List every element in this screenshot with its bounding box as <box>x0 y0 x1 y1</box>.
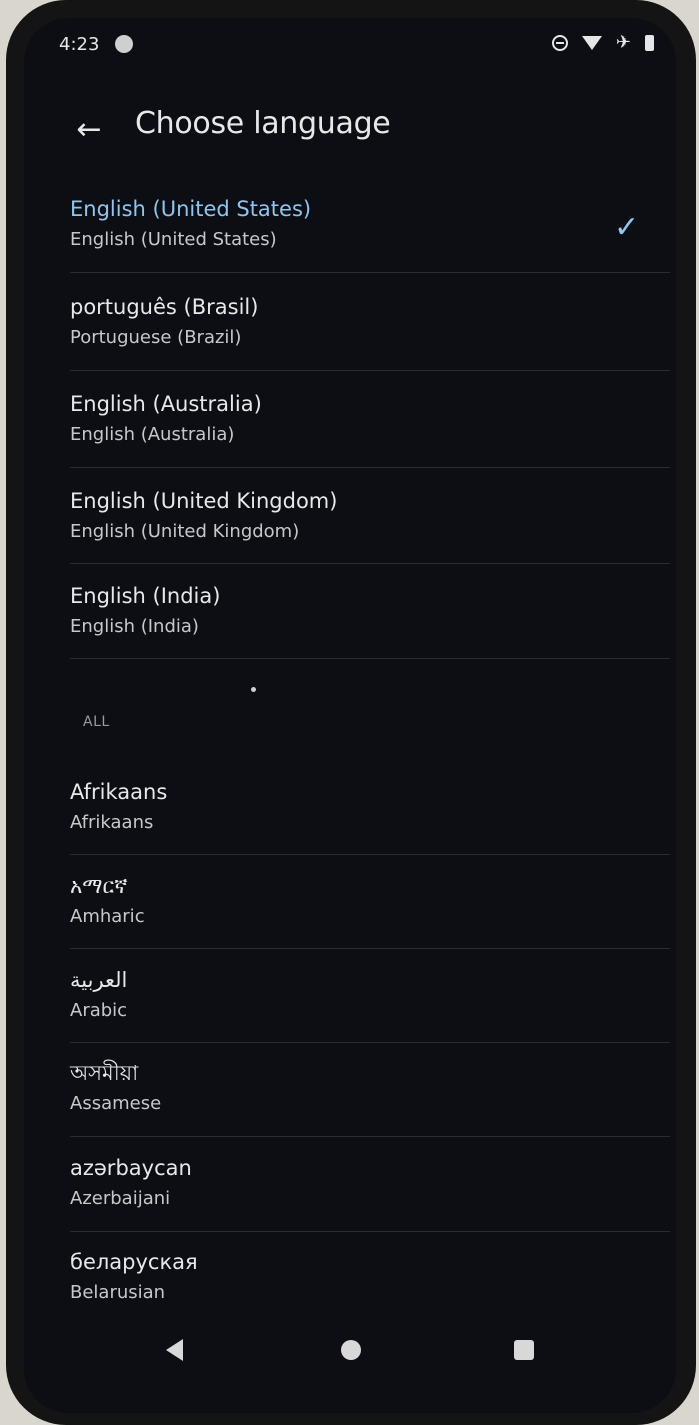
language-item-azerbaijani[interactable]: azərbaycan Azerbaijani <box>70 1155 670 1211</box>
section-header-all: ALL <box>83 714 110 730</box>
wifi-icon <box>581 35 602 50</box>
language-item-afrikaans[interactable]: Afrikaans Afrikaans <box>70 779 670 835</box>
language-subtitle: English (Australia) <box>70 424 235 445</box>
nav-back-icon <box>165 1339 183 1361</box>
divider <box>70 1231 670 1232</box>
status-time: 4:23 <box>59 34 100 55</box>
nav-home-button[interactable] <box>329 1328 373 1372</box>
language-subtitle: English (United States) <box>70 229 277 250</box>
language-subtitle: Afrikaans <box>70 812 154 833</box>
nav-back-button[interactable] <box>152 1328 196 1372</box>
language-item-belarusian[interactable]: беларуская Belarusian <box>70 1249 670 1305</box>
language-subtitle: Arabic <box>70 1000 128 1021</box>
language-subtitle: English (India) <box>70 616 199 637</box>
language-name: English (United States) <box>70 197 312 221</box>
divider <box>70 563 670 564</box>
language-subtitle: Azerbaijani <box>70 1188 171 1209</box>
language-item-english-india[interactable]: English (India) English (India) <box>70 583 670 639</box>
divider <box>70 1136 670 1137</box>
language-subtitle: Portuguese (Brazil) <box>70 327 242 348</box>
phone-frame: 4:23 ✈ ← Choose language English (United… <box>6 0 696 1425</box>
divider <box>70 272 670 273</box>
language-item-assamese[interactable]: অসমীয়া Assamese <box>70 1060 670 1116</box>
status-notification-icon <box>115 35 133 53</box>
language-subtitle: Assamese <box>70 1093 162 1114</box>
language-name: português (Brasil) <box>70 295 259 319</box>
language-name: English (United Kingdom) <box>70 489 338 513</box>
language-subtitle: Amharic <box>70 906 145 927</box>
status-icons: ✈ <box>551 32 654 53</box>
page-title: Choose language <box>135 106 391 141</box>
divider <box>70 467 670 468</box>
language-item-english-australia[interactable]: English (Australia) English (Australia) <box>70 391 670 447</box>
language-name: অসমীয়া <box>70 1061 139 1085</box>
nav-home-icon <box>341 1340 361 1360</box>
language-subtitle: English (United Kingdom) <box>70 521 300 542</box>
back-arrow-icon[interactable]: ← <box>70 110 108 150</box>
language-item-portuguese-brazil[interactable]: português (Brasil) Portuguese (Brazil) <box>70 294 670 350</box>
language-name: العربية <box>70 968 128 992</box>
divider <box>70 370 670 371</box>
language-name: беларуская <box>70 1250 198 1274</box>
divider <box>70 854 670 855</box>
divider <box>70 658 670 659</box>
nav-recents-button[interactable] <box>502 1328 546 1372</box>
divider <box>70 948 670 949</box>
section-dot <box>251 687 256 692</box>
language-name: Afrikaans <box>70 780 168 804</box>
checkmark-icon: ✓ <box>614 210 640 245</box>
language-item-amharic[interactable]: አማርኛ Amharic <box>70 873 670 929</box>
language-item-english-us[interactable]: English (United States) English (United … <box>70 196 670 252</box>
language-name: English (Australia) <box>70 392 262 416</box>
language-name: azərbaycan <box>70 1156 192 1180</box>
screen: 4:23 ✈ ← Choose language English (United… <box>24 18 676 1413</box>
language-subtitle: Belarusian <box>70 1282 166 1303</box>
language-name: አማርኛ <box>70 874 128 898</box>
language-name: English (India) <box>70 584 221 608</box>
airplane-icon: ✈ <box>615 32 631 53</box>
battery-icon <box>645 34 654 51</box>
do-not-disturb-icon <box>551 34 568 51</box>
language-item-english-uk[interactable]: English (United Kingdom) English (United… <box>70 488 670 544</box>
nav-recents-icon <box>514 1340 534 1360</box>
divider <box>70 1042 670 1043</box>
language-item-arabic[interactable]: العربية Arabic <box>70 967 670 1023</box>
